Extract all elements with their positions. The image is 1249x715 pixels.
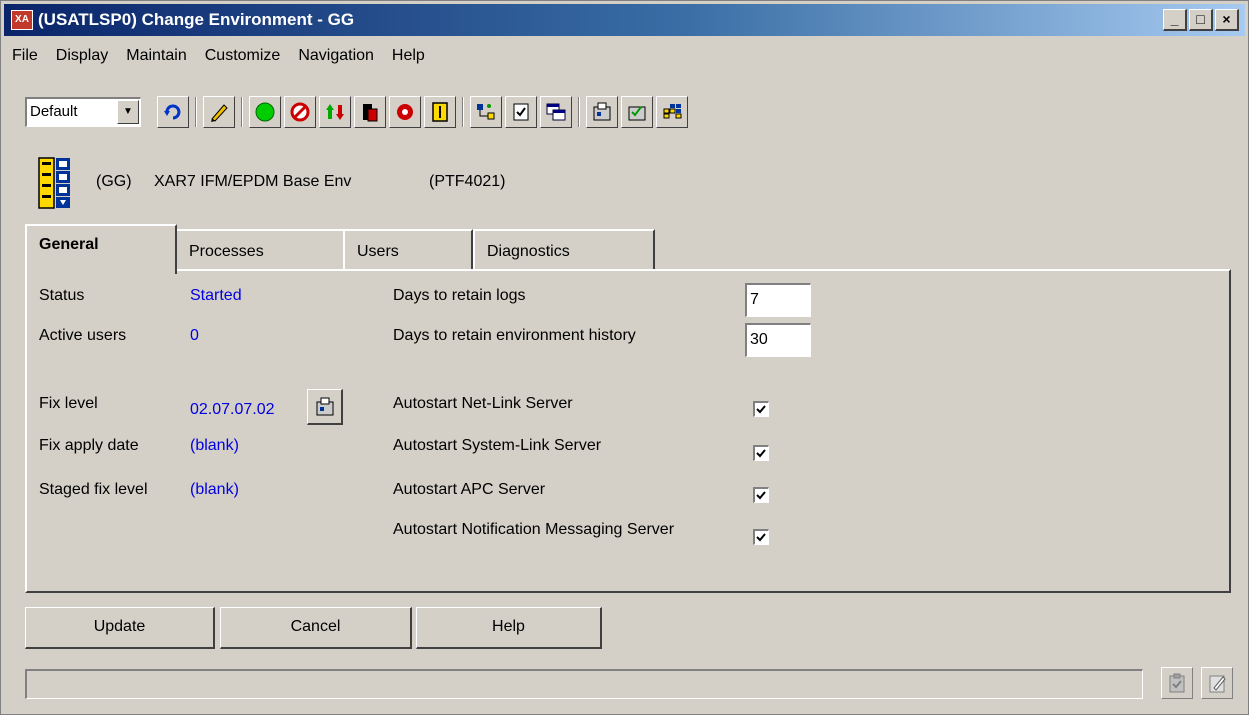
menu-navigation[interactable]: Navigation [290, 45, 382, 73]
days-history-input[interactable]: 30 [745, 323, 811, 357]
help-button[interactable]: Help [416, 607, 602, 649]
autostart-netlink-checkbox[interactable] [753, 401, 769, 417]
checklist-icon[interactable] [505, 96, 537, 128]
minimize-button[interactable]: _ [1163, 9, 1187, 31]
autostart-systemlink-label: Autostart System-Link Server [393, 437, 602, 454]
autostart-apc-checkbox[interactable] [753, 487, 769, 503]
toolbar-separator [578, 97, 580, 127]
status-label: Status [39, 287, 85, 304]
fix-level-label: Fix level [39, 395, 98, 412]
fix-icon [316, 397, 333, 415]
update-button[interactable]: Update [25, 607, 215, 649]
menu-display[interactable]: Display [48, 45, 116, 73]
view-select-value: Default [30, 103, 78, 120]
chevron-down-icon[interactable]: ▼ [117, 100, 139, 124]
fix-apply-date-value: (blank) [190, 437, 239, 454]
general-panel: Status Started Active users 0 Fix level … [25, 269, 1231, 593]
refresh-icon[interactable] [157, 96, 189, 128]
windows-icon[interactable] [540, 96, 572, 128]
active-users-label: Active users [39, 327, 127, 344]
days-logs-input[interactable]: 7 [745, 283, 811, 317]
environment-icon [38, 157, 72, 214]
window-title: (USATLSP0) Change Environment - GG [38, 10, 355, 29]
tab-users[interactable]: Users [343, 229, 473, 271]
autostart-systemlink-checkbox[interactable] [753, 445, 769, 461]
autostart-notification-checkbox[interactable] [753, 529, 769, 545]
toolbar-separator [462, 97, 464, 127]
app-icon: XA [11, 10, 33, 30]
autostart-netlink-label: Autostart Net-Link Server [393, 395, 573, 412]
server-icon[interactable] [354, 96, 386, 128]
environment-name: XAR7 IFM/EPDM Base Env [154, 173, 352, 190]
red-circle-icon[interactable] [389, 96, 421, 128]
tab-diagnostics[interactable]: Diagnostics [473, 229, 655, 271]
main-window: XA (USATLSP0) Change Environment - GG _ … [0, 0, 1249, 715]
environment-ptf: (PTF4021) [429, 173, 506, 190]
yellow-panel-icon[interactable] [424, 96, 456, 128]
start-green-icon[interactable] [249, 96, 281, 128]
toolbar-separator [195, 97, 197, 127]
fix-icon[interactable] [586, 96, 618, 128]
autostart-notification-label: Autostart Notification Messaging Server [393, 521, 675, 538]
up-down-arrows-icon[interactable] [319, 96, 351, 128]
network-icon[interactable] [470, 96, 502, 128]
fix-details-button[interactable] [307, 389, 343, 425]
menu-customize[interactable]: Customize [197, 45, 289, 73]
tab-processes[interactable]: Processes [175, 229, 345, 271]
tab-general[interactable]: General [25, 224, 177, 274]
fix-level-value: 02.07.07.02 [190, 401, 275, 418]
active-users-value: 0 [190, 327, 199, 344]
days-history-label: Days to retain environment history [393, 327, 636, 344]
menu-help[interactable]: Help [384, 45, 433, 73]
stop-red-icon[interactable] [284, 96, 316, 128]
environment-code: (GG) [96, 173, 132, 190]
view-select[interactable]: Default ▼ [25, 97, 141, 127]
grid-icon[interactable] [656, 96, 688, 128]
maximize-button[interactable]: □ [1189, 9, 1213, 31]
clipboard-icon[interactable] [1161, 667, 1193, 699]
toolbar: Default ▼ [25, 95, 691, 129]
days-logs-label: Days to retain logs [393, 287, 526, 304]
menu-bar: File Display Maintain Customize Navigati… [4, 45, 433, 73]
edit-note-icon[interactable] [1201, 667, 1233, 699]
menu-file[interactable]: File [4, 45, 46, 73]
status-value: Started [190, 287, 242, 304]
status-bar [25, 669, 1143, 699]
fix-check-icon[interactable] [621, 96, 653, 128]
fix-apply-date-label: Fix apply date [39, 437, 139, 454]
cancel-button[interactable]: Cancel [220, 607, 412, 649]
edit-pencil-icon[interactable] [203, 96, 235, 128]
autostart-apc-label: Autostart APC Server [393, 481, 546, 498]
staged-fix-level-value: (blank) [190, 481, 239, 498]
toolbar-separator [241, 97, 243, 127]
close-button[interactable]: × [1215, 9, 1239, 31]
staged-fix-level-label: Staged fix level [39, 481, 148, 498]
title-bar[interactable]: XA (USATLSP0) Change Environment - GG _ … [4, 4, 1245, 36]
menu-maintain[interactable]: Maintain [118, 45, 194, 73]
